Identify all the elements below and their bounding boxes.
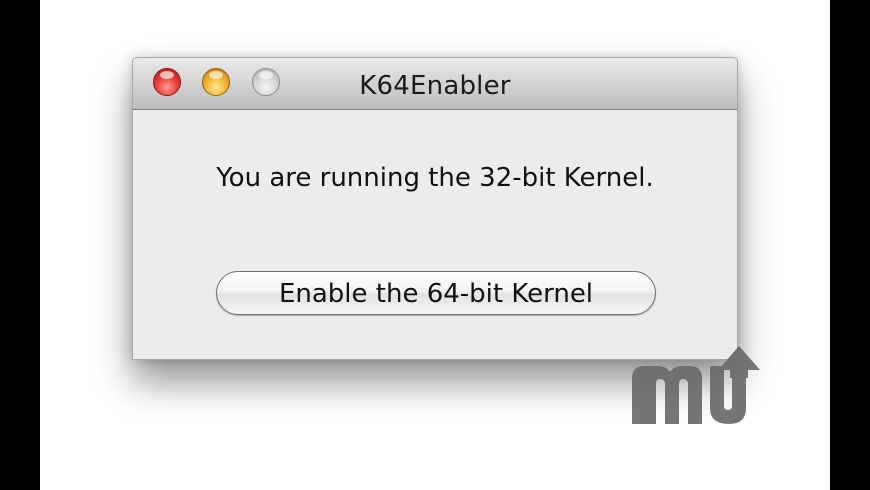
logo-arrow-shape	[718, 346, 760, 378]
macupdate-logo	[632, 346, 760, 424]
window-titlebar[interactable]: K64Enabler	[133, 58, 737, 110]
kernel-status-message: You are running the 32-bit Kernel.	[216, 163, 654, 193]
app-window: K64Enabler You are running the 32-bit Ke…	[132, 57, 738, 360]
enable-64bit-kernel-button[interactable]: Enable the 64-bit Kernel	[216, 271, 656, 315]
logo-m-shape	[632, 366, 702, 424]
window-title: K64Enabler	[359, 71, 511, 101]
screenshot-canvas: K64Enabler You are running the 32-bit Ke…	[40, 0, 830, 490]
